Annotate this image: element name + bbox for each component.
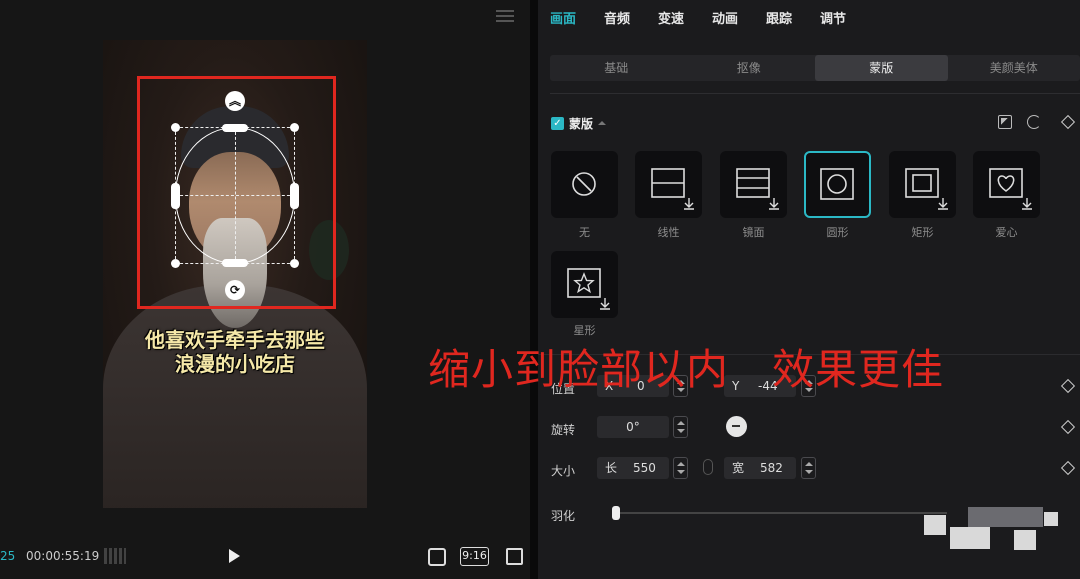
divider [550, 93, 1080, 94]
playback-bar: 25 00:00:55:19 9:16 [0, 540, 530, 574]
keyframe-diamond-icon[interactable] [1060, 378, 1076, 394]
panel-divider[interactable] [530, 0, 538, 579]
width-value: 550 [633, 461, 656, 475]
rotation-label: 旋转 [551, 423, 576, 437]
tab-adjust[interactable]: 调节 [820, 8, 874, 30]
subtab-beauty[interactable]: 美颜美体 [948, 55, 1080, 81]
size-label: 大小 [551, 464, 576, 478]
circle-mask-icon [820, 168, 854, 200]
hamburger-menu-icon[interactable] [496, 8, 514, 24]
mask-option-label: 线性 [657, 226, 680, 239]
size-width-stepper[interactable] [673, 457, 688, 479]
height-prefix: 宽 [732, 461, 745, 475]
pixelated-watermark [968, 507, 1043, 527]
invert-mask-icon[interactable] [998, 115, 1012, 129]
mask-option-rectangle[interactable] [889, 151, 956, 218]
mask-option-label: 无 [579, 226, 590, 239]
height-value: 582 [760, 461, 783, 475]
mask-corner-handle[interactable] [171, 123, 180, 132]
tab-animation[interactable]: 动画 [712, 8, 766, 30]
frame-counter: 25 [0, 549, 16, 563]
zoom-fit-icon[interactable] [428, 548, 446, 566]
total-timecode: 00:00:55:19 [26, 549, 100, 563]
keyframe-diamond-icon[interactable] [1060, 460, 1076, 476]
video-preview-panel: 他喜欢手牵手去那些 浪漫的小吃店 ︽ ⟳ 25 00:00:55:19 9:16 [0, 0, 530, 579]
tab-tracking[interactable]: 跟踪 [766, 8, 820, 30]
sub-tab-bar: 基础 抠像 蒙版 美颜美体 [550, 55, 1080, 81]
mask-option-label: 镜面 [742, 226, 765, 239]
rotation-dial[interactable] [726, 416, 747, 437]
size-height-stepper[interactable] [801, 457, 816, 479]
mask-right-handle[interactable] [290, 183, 299, 209]
rotate-handle-icon[interactable]: ⟳ [225, 280, 245, 300]
mask-option-label: 爱心 [995, 226, 1018, 239]
pixelated-watermark [924, 515, 946, 535]
pixelated-watermark [1044, 512, 1058, 526]
play-icon[interactable] [229, 549, 240, 563]
link-ratio-icon[interactable] [703, 459, 713, 475]
size-width-field[interactable]: 长 550 [597, 457, 669, 479]
pixelated-watermark [950, 527, 990, 549]
linear-mask-icon [651, 168, 694, 210]
subtab-keying[interactable]: 抠像 [683, 55, 816, 81]
mask-corner-handle[interactable] [290, 259, 299, 268]
mask-bottom-handle[interactable] [222, 259, 248, 267]
size-height-field[interactable]: 宽 582 [724, 457, 796, 479]
mask-option-label: 圆形 [826, 226, 849, 239]
inspector-panel: 画面 音频 变速 动画 跟踪 调节 基础 抠像 蒙版 美颜美体 ✓ 蒙版 无 线… [538, 0, 1080, 579]
subtitle-line-2: 浪漫的小吃店 [175, 352, 295, 376]
mirror-mask-icon [736, 168, 779, 210]
rectangle-mask-icon [905, 168, 948, 210]
mask-enable-checkbox[interactable]: ✓ [551, 116, 564, 130]
feather-slider-track[interactable] [617, 512, 947, 514]
feather-slider-thumb[interactable] [612, 506, 620, 520]
heart-mask-icon [989, 168, 1032, 210]
width-prefix: 长 [605, 461, 618, 475]
top-tab-bar: 画面 音频 变速 动画 跟踪 调节 [550, 8, 874, 30]
subtab-basic[interactable]: 基础 [550, 55, 683, 81]
waveform-icon[interactable] [104, 548, 126, 564]
rotation-field[interactable]: 0° [597, 416, 669, 438]
rotation-value: 0° [626, 420, 640, 434]
mask-option-none[interactable] [551, 151, 618, 218]
mask-option-linear[interactable] [635, 151, 702, 218]
tab-audio[interactable]: 音频 [604, 8, 658, 30]
rotation-stepper[interactable] [673, 416, 688, 438]
keyframe-diamond-icon[interactable] [1060, 114, 1076, 130]
mask-section-title: 蒙版 [569, 116, 594, 131]
aspect-ratio-button[interactable]: 9:16 [460, 547, 489, 566]
annotation-overlay-text: 缩小到脸部以内 效果更佳 [428, 345, 945, 394]
mask-corner-handle[interactable] [290, 123, 299, 132]
tab-speed[interactable]: 变速 [658, 8, 712, 30]
mask-option-mirror[interactable] [720, 151, 787, 218]
mask-option-star[interactable] [551, 251, 618, 318]
collapse-caret-icon[interactable] [598, 121, 607, 125]
mask-corner-handle[interactable] [171, 259, 180, 268]
mask-guide-vertical [235, 127, 236, 264]
mask-left-handle[interactable] [171, 183, 180, 209]
subtab-mask[interactable]: 蒙版 [815, 55, 948, 81]
keyframe-diamond-icon[interactable] [1060, 419, 1076, 435]
mask-top-handle[interactable] [222, 124, 248, 132]
tab-video[interactable]: 画面 [550, 8, 604, 30]
mask-option-circle[interactable] [804, 151, 871, 218]
star-mask-icon [567, 268, 610, 310]
pixelated-watermark [1014, 530, 1036, 550]
fullscreen-icon[interactable] [506, 548, 523, 565]
reset-icon[interactable] [1027, 115, 1041, 129]
feather-drag-icon[interactable]: ︽ [225, 91, 245, 111]
feather-label: 羽化 [551, 509, 576, 523]
mask-option-heart[interactable] [973, 151, 1040, 218]
mask-option-label: 矩形 [911, 226, 934, 239]
none-icon [572, 172, 596, 196]
mask-section-header: ✓ 蒙版 [551, 114, 607, 132]
